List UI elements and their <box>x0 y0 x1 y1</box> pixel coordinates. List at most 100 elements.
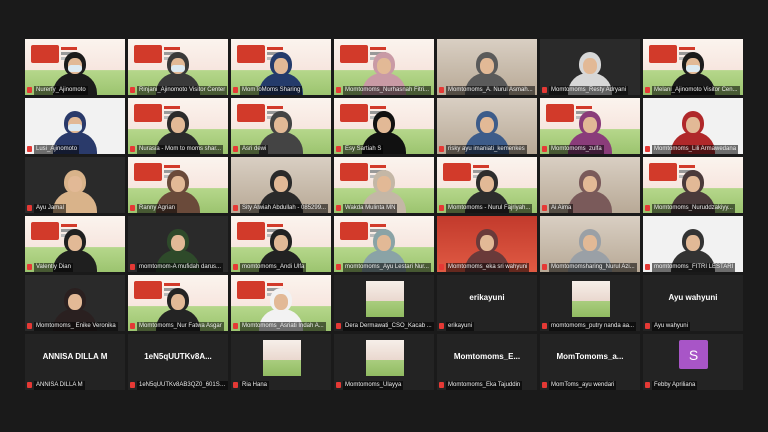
participant-tile[interactable]: Ranny Agrian <box>128 157 228 213</box>
microphone-muted-icon <box>336 87 341 93</box>
participant-tile[interactable]: risky ayu imaniati_kemenkes <box>437 98 537 154</box>
participant-name: Nurasia - Mom to moms shar... <box>137 144 224 154</box>
participant-name: Esy Sartiah S <box>343 144 384 154</box>
participant-tile[interactable]: momtomom-A mufidah darus... <box>128 216 228 272</box>
participant-tile[interactable]: Rinjani_Ajinomoto Visitor Center <box>128 39 228 95</box>
participant-display-name: 1eN5qUUTKv8A... <box>144 352 212 361</box>
participant-tile[interactable]: Asri dewi <box>231 98 331 154</box>
name-label-bar: momtomom-A mufidah darus... <box>128 262 228 272</box>
participant-tile[interactable]: momtomoms_putry nanda aa... <box>540 275 640 331</box>
participant-tile[interactable]: Ria Hana <box>231 334 331 390</box>
participant-name: Momtomoms_Ulayya <box>343 380 404 390</box>
participant-tile[interactable]: Wakda Mulinta MN <box>334 157 434 213</box>
participant-tile[interactable]: Momtomoms_A. Nurul Asmah... <box>437 39 537 95</box>
participant-name: Momtomoms_Eka Tajuddin <box>446 380 523 390</box>
name-label-bar: momtomoms_putry nanda aa... <box>540 321 640 331</box>
participant-tile[interactable]: momtomoms_Andi Ulfa <box>231 216 331 272</box>
microphone-muted-icon <box>27 146 32 152</box>
participant-tile[interactable]: Momtomoms - Nurul Fajriyah... <box>437 157 537 213</box>
participant-tile[interactable]: Momtomoms_Ulayya <box>334 334 434 390</box>
participant-tile[interactable]: momtomoms_Ayu Lestari Nur... <box>334 216 434 272</box>
name-label-bar: Momtomoms_zulfa <box>540 144 640 154</box>
participant-tile[interactable]: Sity Alwiah Abdullah - 085299... <box>231 157 331 213</box>
participant-tile[interactable]: Momtomoms_Nuruddzakiyy... <box>643 157 743 213</box>
microphone-muted-icon <box>439 382 444 388</box>
name-label-bar: Momtomomsharing_Nurul Azi... <box>540 262 640 272</box>
participant-name: ANNISA DILLA M <box>34 380 85 390</box>
name-label-bar: Momtomoms_Resty Adryani <box>540 85 640 95</box>
microphone-muted-icon <box>542 87 547 93</box>
name-label-bar: Dera Dermawati_CSO_Kacab ... <box>334 321 434 331</box>
name-label-bar: Ria Hana <box>231 380 331 390</box>
name-label-bar: Rinjani_Ajinomoto Visitor Center <box>128 85 228 95</box>
participant-tile[interactable]: 1eN5qUUTKv8A... 1eN5qUUTKv8AB3QZ0_601Sw..… <box>128 334 228 390</box>
participant-display-name: Ayu wahyuni <box>668 293 718 302</box>
participant-tile[interactable]: Lusi_Ajinomoto <box>25 98 125 154</box>
microphone-muted-icon <box>542 264 547 270</box>
name-label-bar: Momtomoms_ Enike Veronika <box>25 321 125 331</box>
name-label-bar: Ai Aima <box>540 203 640 213</box>
participant-tile[interactable]: S Febby Apriliana <box>643 334 743 390</box>
participant-name: erikayuni <box>446 321 475 331</box>
participant-tile[interactable]: Nurasia - Mom to moms shar... <box>128 98 228 154</box>
participant-tile[interactable]: Ayu wahyuni Ayu wahyuni <box>643 275 743 331</box>
participant-tile[interactable]: Dera Dermawati_CSO_Kacab ... <box>334 275 434 331</box>
participant-tile[interactable]: Momtomoms_Nur Fatwa Asgar <box>128 275 228 331</box>
participant-tile[interactable]: Nurerfy_Ajinomoto <box>25 39 125 95</box>
participant-tile[interactable]: Momtomoms_E... Momtomoms_Eka Tajuddin <box>437 334 537 390</box>
participant-tile[interactable]: MomTomoms_a... MomToms_ayu wendari <box>540 334 640 390</box>
microphone-muted-icon <box>645 146 650 152</box>
participant-tile[interactable]: MomToMoms Sharing <box>231 39 331 95</box>
participant-name: Momtomoms_Asriati Indah A... <box>240 321 326 331</box>
name-label-bar: momtomoms_FITRI LESTARI <box>643 262 743 272</box>
participant-tile[interactable]: erikayuni erikayuni <box>437 275 537 331</box>
microphone-muted-icon <box>542 205 547 211</box>
participant-tile[interactable]: Momtomoms_zulfa <box>540 98 640 154</box>
microphone-muted-icon <box>336 264 341 270</box>
profile-picture <box>366 340 404 376</box>
microphone-muted-icon <box>439 264 444 270</box>
microphone-muted-icon <box>233 146 238 152</box>
participant-name: risky ayu imaniati_kemenkes <box>446 144 527 154</box>
name-label-bar: Momtomoms_Nurhasnah Fitri... <box>334 85 434 95</box>
participant-name: MomToms_ayu wendari <box>549 380 617 390</box>
microphone-muted-icon <box>439 146 444 152</box>
name-label-bar: ANNISA DILLA M <box>25 380 125 390</box>
participant-name: Ranny Agrian <box>137 203 178 213</box>
participant-display-name: Momtomoms_E... <box>453 352 521 361</box>
name-label-bar: Sity Alwiah Abdullah - 085299... <box>231 203 331 213</box>
participant-name: Momtomoms_zulfa <box>549 144 604 154</box>
participant-tile[interactable]: Momtomoms_Asriati Indah A... <box>231 275 331 331</box>
participant-tile[interactable]: Ayu Jamal <box>25 157 125 213</box>
participant-tile[interactable]: Momtomomsharing_Nurul Azi... <box>540 216 640 272</box>
participant-tile[interactable]: Esy Sartiah S <box>334 98 434 154</box>
name-label-bar: Momtomoms_Lili Armawedana <box>643 144 743 154</box>
participant-tile[interactable]: Momtomoms_eka sri wahyuni <box>437 216 537 272</box>
participant-name: Momtomomsharing_Nurul Azi... <box>549 262 637 272</box>
microphone-muted-icon <box>27 382 32 388</box>
participant-name: MomToMoms Sharing <box>240 85 303 95</box>
participant-tile[interactable]: ANNISA DILLA M ANNISA DILLA M <box>25 334 125 390</box>
name-label-bar: Momtomoms_Nur Fatwa Asgar <box>128 321 228 331</box>
name-label-bar: Momtomoms_Ulayya <box>334 380 434 390</box>
microphone-muted-icon <box>336 323 341 329</box>
name-label-bar: Momtomoms_Asriati Indah A... <box>231 321 331 331</box>
microphone-muted-icon <box>336 205 341 211</box>
name-label-bar: momtomoms_Andi Ulfa <box>231 262 331 272</box>
participant-tile[interactable]: Momtomoms_ Enike Veronika <box>25 275 125 331</box>
microphone-muted-icon <box>27 264 32 270</box>
name-label-bar: Valentiy Dian <box>25 262 125 272</box>
participant-tile[interactable]: momtomoms_FITRI LESTARI <box>643 216 743 272</box>
microphone-muted-icon <box>130 382 135 388</box>
name-label-bar: Momtomoms - Nurul Fajriyah... <box>437 203 537 213</box>
microphone-muted-icon <box>130 323 135 329</box>
participant-tile[interactable]: Ai Aima <box>540 157 640 213</box>
participant-tile[interactable]: Valentiy Dian <box>25 216 125 272</box>
participant-tile[interactable]: Melani_Ajinomoto Visitor Cen... <box>643 39 743 95</box>
participant-tile[interactable]: Momtomoms_Lili Armawedana <box>643 98 743 154</box>
microphone-muted-icon <box>439 205 444 211</box>
participant-tile[interactable]: Momtomoms_Nurhasnah Fitri... <box>334 39 434 95</box>
participant-tile[interactable]: Momtomoms_Resty Adryani <box>540 39 640 95</box>
participant-name: momtomoms_putry nanda aa... <box>549 321 637 331</box>
participant-name: Nurerfy_Ajinomoto <box>34 85 88 95</box>
